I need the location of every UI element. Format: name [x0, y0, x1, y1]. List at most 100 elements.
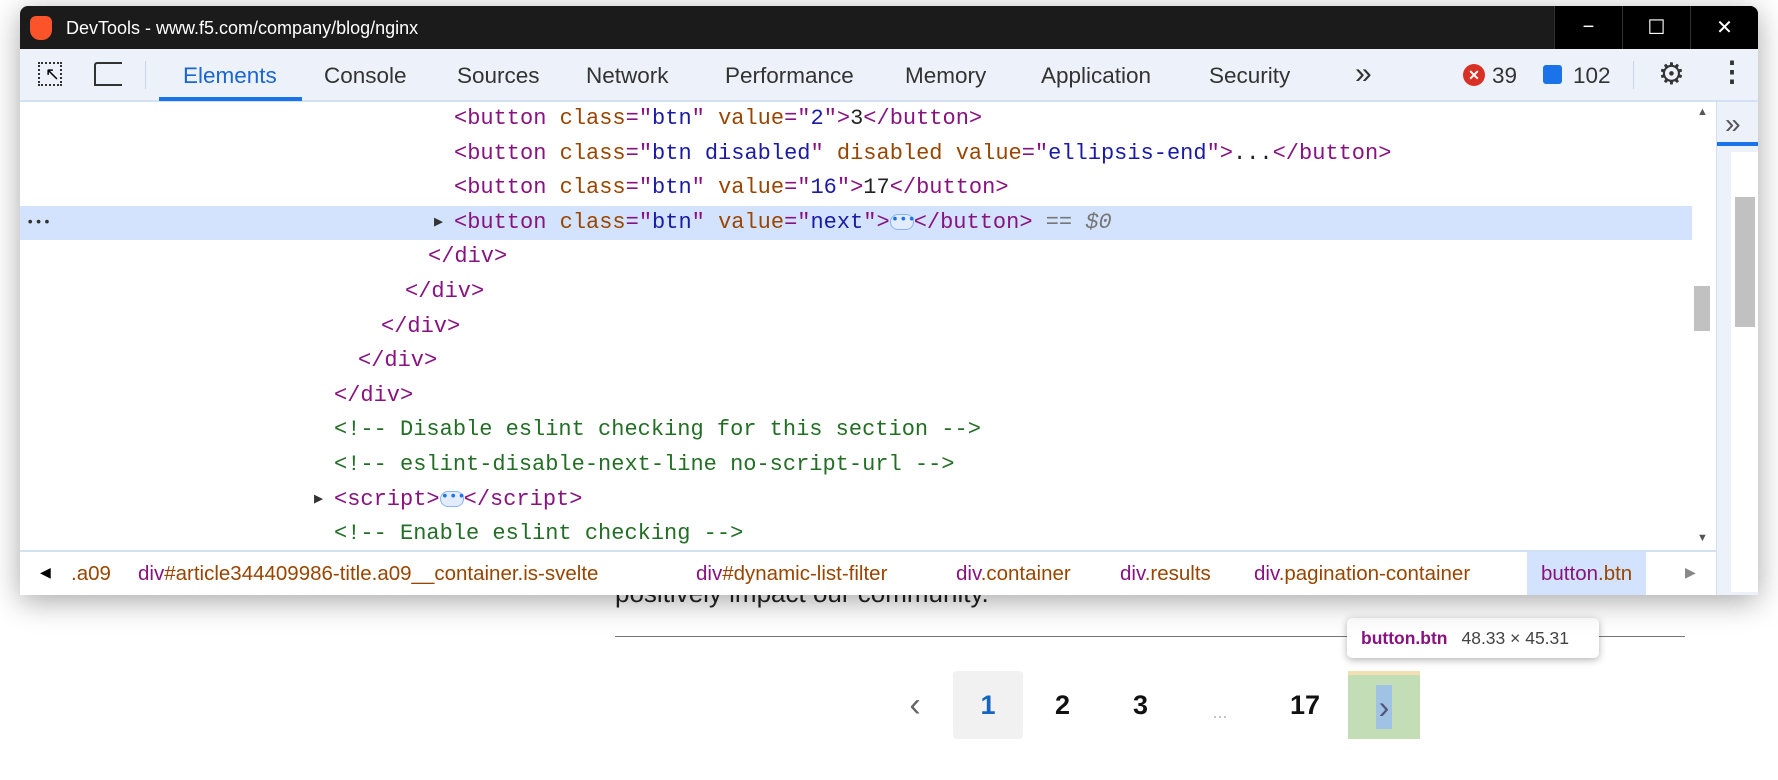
settings-gear-icon[interactable]: ⚙	[1658, 57, 1685, 92]
breadcrumb-item[interactable]: div.container	[956, 562, 1071, 586]
tab-application[interactable]: Application	[1041, 63, 1151, 89]
dom-node-line[interactable]: </div>	[20, 240, 1714, 274]
code-token: ="	[784, 175, 810, 200]
code-token: <script>	[334, 487, 440, 512]
tab-sources[interactable]: Sources	[457, 63, 540, 89]
tab-performance[interactable]: Performance	[725, 63, 854, 89]
closing-tag: </button>	[914, 210, 1033, 235]
code-token: 2	[810, 106, 823, 131]
dom-node-line[interactable]: ▶ <script>•••</script>	[20, 483, 1714, 517]
expand-triangle-icon[interactable]: ▶	[434, 206, 443, 240]
breadcrumb-item[interactable]: div#dynamic-list-filter	[696, 562, 887, 586]
breadcrumb-item[interactable]: div.results	[1120, 562, 1211, 586]
styles-sidebar: »	[1716, 102, 1758, 595]
code-token: </button>	[1273, 141, 1392, 166]
expand-triangle-icon[interactable]: ▶	[314, 483, 323, 517]
dom-node-line[interactable]: <!-- eslint-disable-next-line no-script-…	[20, 448, 1714, 482]
tooltip-size: 48.33 × 45.31	[1461, 628, 1569, 649]
error-icon[interactable]: ✕	[1463, 64, 1485, 86]
code-token: </div>	[358, 348, 437, 373]
code-token: value	[718, 175, 784, 200]
code-token: ="	[626, 210, 652, 235]
dom-node-line[interactable]: <!-- Disable eslint checking for this se…	[20, 413, 1714, 447]
code-token: value	[718, 210, 784, 235]
code-token: ">	[1207, 141, 1233, 166]
tab-elements[interactable]: Elements	[183, 63, 277, 89]
tooltip-selector: button.btn	[1361, 628, 1447, 649]
toolbar-divider	[145, 61, 146, 89]
toolbar-divider	[1633, 61, 1634, 89]
breadcrumb-item[interactable]: button.btn	[1527, 552, 1646, 595]
node-actions-icon[interactable]: •••	[26, 206, 51, 240]
dom-node-line[interactable]: </div>	[20, 344, 1714, 378]
page-blank	[1435, 686, 1778, 780]
tab-console[interactable]: Console	[324, 63, 407, 89]
breadcrumb-item[interactable]: .a09	[71, 562, 111, 586]
code-token: btn	[652, 106, 692, 131]
dom-node-line[interactable]: </div>	[20, 275, 1714, 309]
dom-node-line[interactable]: <button class="btn disabled" disabled va…	[20, 137, 1714, 171]
code-token: btn	[652, 210, 692, 235]
breadcrumb-item[interactable]: div.pagination-container	[1254, 562, 1470, 586]
code-token: ="	[626, 175, 652, 200]
inspect-element-icon[interactable]: ↖	[38, 62, 62, 86]
code-token: 17	[863, 175, 889, 200]
element-tooltip: button.btn 48.33 × 45.31	[1347, 618, 1599, 658]
devtools-toolbar: ↖ Elements Console Sources Network Perfo…	[20, 49, 1758, 102]
breadcrumb-scroll-right[interactable]: ▶	[1685, 564, 1696, 581]
expand-sidebar-icon[interactable]: »	[1725, 108, 1741, 140]
message-icon[interactable]	[1543, 65, 1562, 84]
code-token: class	[560, 210, 626, 235]
selected-node-marker: == $0	[1046, 210, 1112, 235]
dom-node-line[interactable]: </div>	[20, 310, 1714, 344]
code-token: disabled value	[837, 141, 1022, 166]
dom-node-line[interactable]: ▶•••<button class="btn" value="next">•••…	[20, 206, 1714, 240]
dom-node-line[interactable]: <button class="btn" value="16">17</butto…	[20, 171, 1714, 205]
code-token: </div>	[381, 314, 460, 339]
minimize-button[interactable]: −	[1554, 6, 1622, 49]
more-options-icon[interactable]: ⋮	[1718, 55, 1746, 88]
code-token: ">	[824, 106, 850, 131]
code-token: "	[810, 141, 836, 166]
error-count[interactable]: 39	[1492, 63, 1517, 89]
code-token: <!-- Enable eslint checking -->	[334, 521, 743, 546]
window-title: DevTools - www.f5.com/company/blog/nginx	[66, 18, 418, 39]
page-1-button[interactable]: 1	[953, 671, 1023, 739]
tab-memory[interactable]: Memory	[905, 63, 986, 89]
more-tabs-button[interactable]: »	[1355, 57, 1372, 91]
page-2-button[interactable]: 2	[1040, 671, 1085, 739]
dom-node-line[interactable]: </div>	[20, 379, 1714, 413]
sidebar-scrollbar[interactable]	[1735, 197, 1755, 327]
code-token: 3	[850, 106, 863, 131]
dom-node-line[interactable]: <!-- Enable eslint checking -->	[20, 517, 1714, 551]
vertical-scrollbar[interactable]: ▲ ▼	[1692, 102, 1714, 552]
device-toolbar-icon[interactable]	[94, 62, 122, 86]
close-button[interactable]: ✕	[1690, 6, 1758, 49]
breadcrumb-scroll-left[interactable]: ◀	[40, 564, 51, 581]
dom-node-line[interactable]: <button class="btn" value="2">3</button>	[20, 102, 1714, 136]
page-17-button[interactable]: 17	[1280, 671, 1330, 739]
code-token: "	[692, 210, 718, 235]
maximize-button[interactable]: ☐	[1622, 6, 1690, 49]
code-token: 16	[810, 175, 836, 200]
next-page-button[interactable]: ›	[1348, 671, 1420, 739]
page-3-button[interactable]: 3	[1118, 671, 1163, 739]
code-token: btn	[652, 175, 692, 200]
elements-tree[interactable]: <button class="btn" value="2">3</button>…	[20, 102, 1714, 552]
closing-tag: </script>	[464, 487, 583, 512]
breadcrumb-item[interactable]: div#article344409986-title.a09__containe…	[138, 562, 598, 586]
code-token: <button	[454, 175, 560, 200]
code-token: "	[692, 106, 718, 131]
code-token: class	[560, 106, 626, 131]
ellipsis: ...	[1200, 671, 1240, 739]
message-count[interactable]: 102	[1573, 63, 1611, 89]
code-token: next	[810, 210, 863, 235]
prev-page-button[interactable]: ‹	[895, 671, 935, 739]
expand-ellipsis-button[interactable]: •••	[440, 491, 464, 507]
tab-security[interactable]: Security	[1209, 63, 1290, 89]
expand-ellipsis-button[interactable]: •••	[890, 214, 914, 230]
tab-network[interactable]: Network	[586, 63, 669, 89]
code-token: </div>	[405, 279, 484, 304]
code-token: </button>	[890, 175, 1009, 200]
code-token: value	[718, 106, 784, 131]
